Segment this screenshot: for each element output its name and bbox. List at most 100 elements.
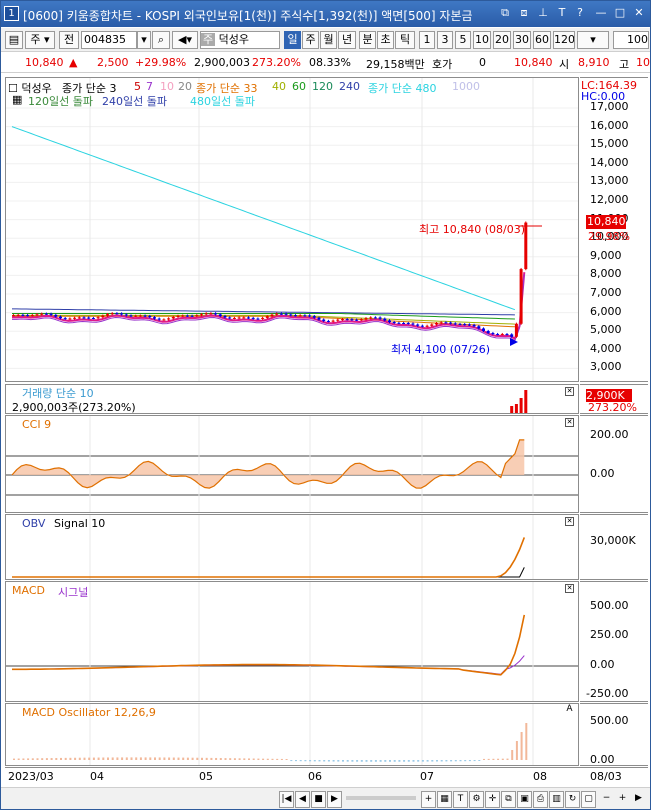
settings-icon[interactable]: ⚙ (469, 791, 484, 808)
zoom-out-icon[interactable]: − (599, 791, 614, 808)
obv-close-icon[interactable]: ✕ (565, 517, 574, 526)
close-icon[interactable]: ✕ (632, 6, 646, 20)
price-y-axis[interactable]: LC:164.39 HC:0.00 17,000 16,000 15,000 14,0… (580, 77, 648, 382)
maximize-icon[interactable]: □ (613, 6, 627, 20)
scroll-slider[interactable] (346, 796, 416, 800)
volume-pane[interactable]: 거래량 단순 10 2,900,003주(273.20%) ✕ (5, 384, 579, 414)
candle-body (364, 318, 368, 320)
title-bar[interactable]: 1 [0600] 키움종합차트 - KOSPI 외국인보유[1(천)] 주식수[… (1, 1, 650, 27)
candle-body (279, 313, 283, 315)
macd-oscillator-pane[interactable]: MACD Oscillator 12,26,9 A (5, 703, 579, 766)
scroll-end-icon[interactable]: ▶ (631, 791, 646, 808)
interval-1-button[interactable]: 1 (419, 31, 435, 49)
save-icon[interactable]: ▣ (517, 791, 532, 808)
candle-body (73, 317, 77, 319)
macd-signal: 시그널 (58, 586, 89, 599)
period-toggle-button[interactable]: 전 (59, 31, 79, 49)
pin-icon[interactable]: ⊥ (536, 6, 550, 20)
interval-10-button[interactable]: 10 (473, 31, 491, 49)
candle-body (430, 324, 434, 326)
interval-3-button[interactable]: 3 (437, 31, 453, 49)
zoom-in-icon[interactable]: + (421, 791, 436, 808)
copy-icon[interactable]: ⧉ (501, 791, 516, 808)
candle-body (435, 323, 438, 325)
candle-body (505, 334, 509, 336)
interval-5-button[interactable]: 5 (455, 31, 471, 49)
oscillator-bar (483, 758, 485, 760)
period-month-button[interactable]: 월 (320, 31, 337, 49)
count-input[interactable]: 100 (613, 31, 649, 49)
help-icon[interactable]: ? (573, 6, 587, 20)
period-day-button[interactable]: 일 (284, 31, 301, 49)
macd-pane[interactable]: MACD 시그널 ✕ (5, 581, 579, 702)
x-label-05: 05 (199, 770, 213, 783)
volume-bar (139, 413, 142, 414)
interval-120-button[interactable]: 120 (553, 31, 575, 49)
refresh-icon[interactable]: ↻ (565, 791, 580, 808)
candle-body (397, 322, 401, 324)
oscillator-bar (323, 760, 326, 762)
period-second-button[interactable]: 초 (377, 31, 394, 49)
candle-body (458, 324, 462, 326)
link-icon[interactable]: ⧉ (498, 6, 512, 20)
market-type-select[interactable]: 주 ▾ (25, 31, 55, 49)
cci-pane[interactable]: CCI 9 ✕ (5, 415, 579, 513)
text-icon[interactable]: T (453, 791, 468, 808)
chart-icon[interactable]: ▥ (549, 791, 564, 808)
speaker-icon[interactable]: ◀▾ (172, 31, 198, 49)
legend-ma-60: 60 (292, 80, 306, 93)
legend-ma-5: 5 (134, 80, 141, 93)
interval-30-button[interactable]: 30 (513, 31, 531, 49)
volume-bar (468, 413, 471, 414)
volume-close-icon[interactable]: ✕ (565, 387, 574, 396)
oscillator-bar (97, 757, 100, 760)
volume-bar (271, 413, 274, 414)
candle-body (247, 317, 250, 319)
window-icon[interactable]: ▢ (581, 791, 596, 808)
cci-close-icon[interactable]: ✕ (565, 418, 574, 427)
share-icon[interactable]: ⧈ (517, 6, 531, 20)
scroll-prev-icon[interactable]: ◀ (295, 791, 310, 808)
volume-bar (482, 413, 485, 414)
table-icon[interactable]: ▦ (437, 791, 452, 808)
period-week-button[interactable]: 주 (302, 31, 319, 49)
min-pointer-icon (510, 338, 518, 346)
macd-tick-neg250: -250.00 (586, 687, 629, 700)
scroll-next-icon[interactable]: ▶ (327, 791, 342, 808)
interval-dropdown[interactable]: ▾ (577, 31, 609, 49)
oscillator-bar (473, 760, 476, 762)
interval-60-button[interactable]: 60 (533, 31, 551, 49)
period-year-button[interactable]: 년 (338, 31, 356, 49)
code-dropdown-icon[interactable]: ▾ (137, 31, 151, 49)
search-icon[interactable]: ⌕ (152, 31, 170, 49)
stock-code-input[interactable]: 004835 (81, 31, 137, 49)
oscillator-bar (266, 758, 269, 760)
oscillator-bar (492, 758, 495, 760)
oscillator-bar (360, 760, 363, 762)
volume-bar (520, 413, 523, 414)
osc-tick-0: 0.00 (590, 753, 615, 766)
stock-name-field[interactable]: 주 덕성우 (200, 31, 280, 49)
font-icon[interactable]: T (555, 6, 569, 20)
period-minute-button[interactable]: 분 (359, 31, 376, 49)
interval-20-button[interactable]: 20 (493, 31, 511, 49)
zoom-plus-icon[interactable]: + (615, 791, 630, 808)
crosshair-icon[interactable]: ✛ (485, 791, 500, 808)
menu-icon[interactable]: ▤ (5, 31, 23, 49)
print-icon[interactable]: ⎙ (533, 791, 548, 808)
period-tick-button[interactable]: 틱 (395, 31, 415, 49)
volume-bar (209, 413, 212, 414)
oscillator-bar (74, 757, 77, 760)
oscillator-bar (290, 760, 293, 762)
scroll-first-icon[interactable]: |◀ (279, 791, 294, 808)
grid-icon[interactable]: ▦ (12, 93, 22, 106)
stop-icon[interactable]: ■ (311, 791, 326, 808)
obv-pane[interactable]: OBV Signal 10 ✕ (5, 514, 579, 580)
minimize-icon[interactable]: — (594, 6, 608, 20)
macd-close-icon[interactable]: ✕ (565, 584, 574, 593)
candle-body (110, 313, 114, 315)
price-pane[interactable]: ☐ 덕성우 종가 단순 3 5 7 10 20 종가 단순 33 40 60 1… (5, 77, 579, 382)
volume-bar (383, 413, 386, 414)
oscillator-bar (191, 757, 194, 760)
osc-font-icon[interactable]: A (565, 705, 574, 715)
